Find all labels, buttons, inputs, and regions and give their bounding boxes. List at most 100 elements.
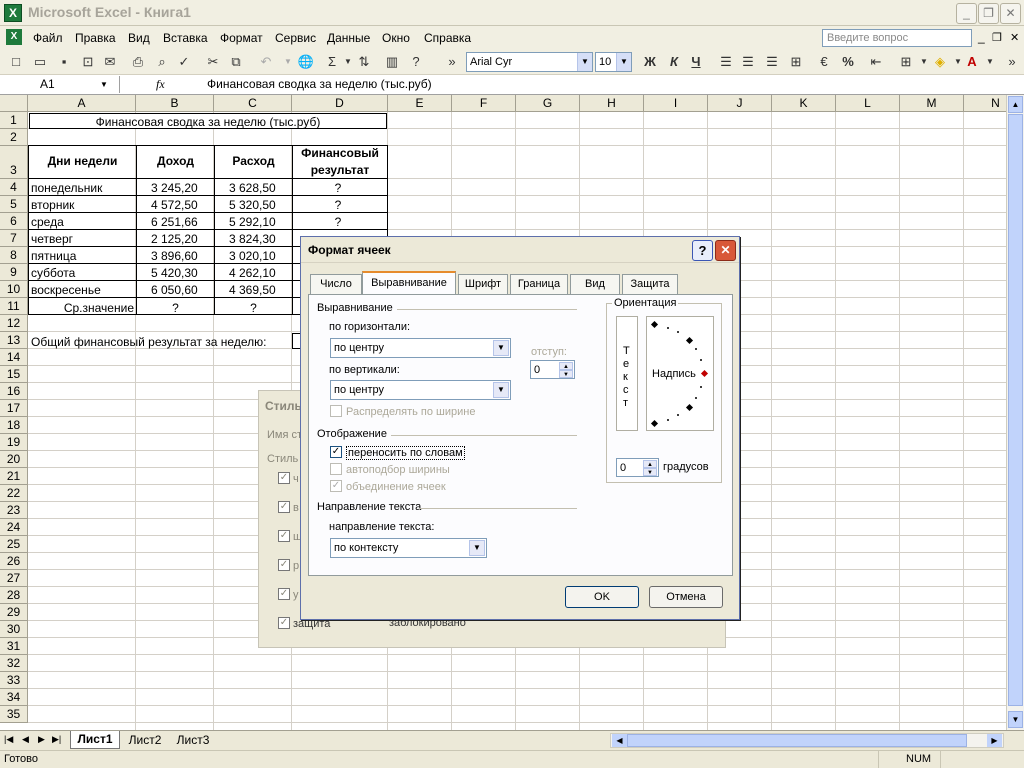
table-cell[interactable]: пятница [29, 248, 136, 264]
style-check-4[interactable]: ✓ [278, 559, 290, 571]
row-header-18[interactable]: 18 [0, 417, 28, 434]
column-header-h[interactable]: H [580, 95, 644, 112]
spin-down-icon[interactable]: ▼ [559, 370, 573, 378]
spin-up-icon[interactable]: ▲ [559, 362, 573, 370]
doc-close-icon[interactable]: ✕ [1010, 31, 1019, 44]
excel-icon[interactable]: X [4, 4, 22, 22]
formula-input[interactable]: Финансовая сводка за неделю (тыс.руб) [207, 77, 432, 91]
fill-color-icon[interactable]: ◈ [930, 52, 950, 72]
doc-minimize-icon[interactable]: _ [978, 30, 985, 44]
row-header-23[interactable]: 23 [0, 502, 28, 519]
menu-format[interactable]: Формат [220, 31, 263, 45]
tab-patterns[interactable]: Вид [570, 274, 620, 294]
cut-icon[interactable]: ✂ [203, 52, 223, 72]
column-header-f[interactable]: F [452, 95, 516, 112]
indent-spinner[interactable]: 0 ▲ ▼ [530, 360, 575, 379]
row-header-29[interactable]: 29 [0, 604, 28, 621]
align-left-icon[interactable]: ☰ [716, 52, 736, 72]
cancel-button[interactable]: Отмена [649, 586, 723, 608]
table-cell[interactable]: ? [293, 180, 387, 196]
table-cell[interactable]: воскресенье [29, 282, 136, 298]
row-header-2[interactable]: 2 [0, 129, 28, 146]
column-header-l[interactable]: L [836, 95, 900, 112]
font-color-icon[interactable]: A [962, 52, 982, 72]
column-header-b[interactable]: B [136, 95, 214, 112]
tab-border[interactable]: Граница [510, 274, 568, 294]
title-cell[interactable]: Финансовая сводка за неделю (тыс.руб) [29, 113, 387, 129]
vertical-text-button[interactable]: Т е к с т [616, 316, 638, 431]
row-header-5[interactable]: 5 [0, 196, 28, 213]
menu-edit[interactable]: Правка [75, 31, 116, 45]
currency-icon[interactable]: € [814, 52, 834, 72]
row-header-8[interactable]: 8 [0, 247, 28, 264]
table-cell[interactable]: 4 572,50 [137, 197, 214, 213]
scroll-right-icon[interactable]: ▶ [987, 734, 1002, 747]
row-header-30[interactable]: 30 [0, 621, 28, 638]
row-header-33[interactable]: 33 [0, 672, 28, 689]
column-header-m[interactable]: M [900, 95, 964, 112]
row-header-19[interactable]: 19 [0, 434, 28, 451]
merge-center-icon[interactable]: ⊞ [786, 52, 806, 72]
table-cell[interactable]: суббота [29, 265, 136, 281]
table-cell[interactable]: 4 369,50 [215, 282, 292, 298]
style-check-6[interactable]: ✓ [278, 617, 290, 629]
help-icon[interactable]: ? [406, 52, 426, 72]
column-header-g[interactable]: G [516, 95, 580, 112]
sheet-tab-2[interactable]: Лист2 [122, 732, 168, 749]
align-right-icon[interactable]: ☰ [762, 52, 782, 72]
row-header-4[interactable]: 4 [0, 179, 28, 196]
chart-wizard-icon[interactable]: ▥ [382, 52, 402, 72]
menu-view[interactable]: Вид [128, 31, 150, 45]
shrink-checkbox[interactable] [330, 463, 342, 475]
row-header-28[interactable]: 28 [0, 587, 28, 604]
style-check-1[interactable]: ✓ [278, 472, 290, 484]
scroll-up-icon[interactable]: ▲ [1008, 96, 1023, 113]
email-icon[interactable]: ✉ [100, 52, 120, 72]
first-sheet-icon[interactable]: |◀ [4, 734, 13, 745]
percent-button[interactable]: % [838, 52, 858, 72]
row-header-15[interactable]: 15 [0, 366, 28, 383]
degrees-spinner[interactable]: 0 ▲ ▼ [616, 458, 659, 477]
spelling-icon[interactable]: ✓ [174, 52, 194, 72]
align-center-icon[interactable]: ☰ [738, 52, 758, 72]
table-cell[interactable]: 3 824,30 [215, 231, 292, 247]
column-header-i[interactable]: I [644, 95, 708, 112]
orientation-dial[interactable]: Надпись [646, 316, 714, 431]
row-header-32[interactable]: 32 [0, 655, 28, 672]
tab-protection[interactable]: Защита [622, 274, 678, 294]
font-color-dropdown-icon[interactable]: ▼ [980, 52, 1000, 72]
hyperlink-icon[interactable]: 🌐 [296, 52, 316, 72]
h-scroll-thumb[interactable] [627, 734, 967, 747]
style-check-2[interactable]: ✓ [278, 501, 290, 513]
row-header-9[interactable]: 9 [0, 264, 28, 281]
menu-help[interactable]: Справка [424, 31, 471, 45]
font-size-select[interactable]: 10 ▼ [595, 52, 632, 72]
copy-icon[interactable]: ⧉ [226, 52, 246, 72]
borders-icon[interactable]: ⊞ [896, 52, 916, 72]
column-header-n[interactable]: N [964, 95, 1006, 112]
menu-insert[interactable]: Вставка [163, 31, 208, 45]
table-cell[interactable]: вторник [29, 197, 136, 213]
table-cell[interactable]: понедельник [29, 180, 136, 196]
horizontal-select[interactable]: по центру ▼ [330, 338, 511, 358]
row-header-34[interactable]: 34 [0, 689, 28, 706]
table-cell[interactable]: 3 896,60 [137, 248, 214, 264]
close-icon[interactable]: ✕ [715, 240, 736, 261]
undo-icon[interactable]: ↶ [256, 52, 276, 72]
merge-checkbox[interactable]: ✓ [330, 480, 342, 492]
row-header-21[interactable]: 21 [0, 468, 28, 485]
workbook-icon[interactable]: X [6, 29, 22, 45]
row-header-31[interactable]: 31 [0, 638, 28, 655]
menu-data[interactable]: Данные [327, 31, 370, 45]
column-header-c[interactable]: C [214, 95, 292, 112]
select-all-corner[interactable] [0, 95, 28, 112]
table-cell[interactable]: 6 050,60 [137, 282, 214, 298]
header-expense[interactable]: Расход [215, 153, 292, 169]
column-header-k[interactable]: K [772, 95, 836, 112]
header-income[interactable]: Доход [137, 153, 214, 169]
scroll-down-icon[interactable]: ▼ [1008, 711, 1023, 728]
table-cell[interactable]: 3 245,20 [137, 180, 214, 196]
permission-icon[interactable]: ⊡ [78, 52, 98, 72]
menu-window[interactable]: Окно [382, 31, 410, 45]
table-cell[interactable]: 3 020,10 [215, 248, 292, 264]
